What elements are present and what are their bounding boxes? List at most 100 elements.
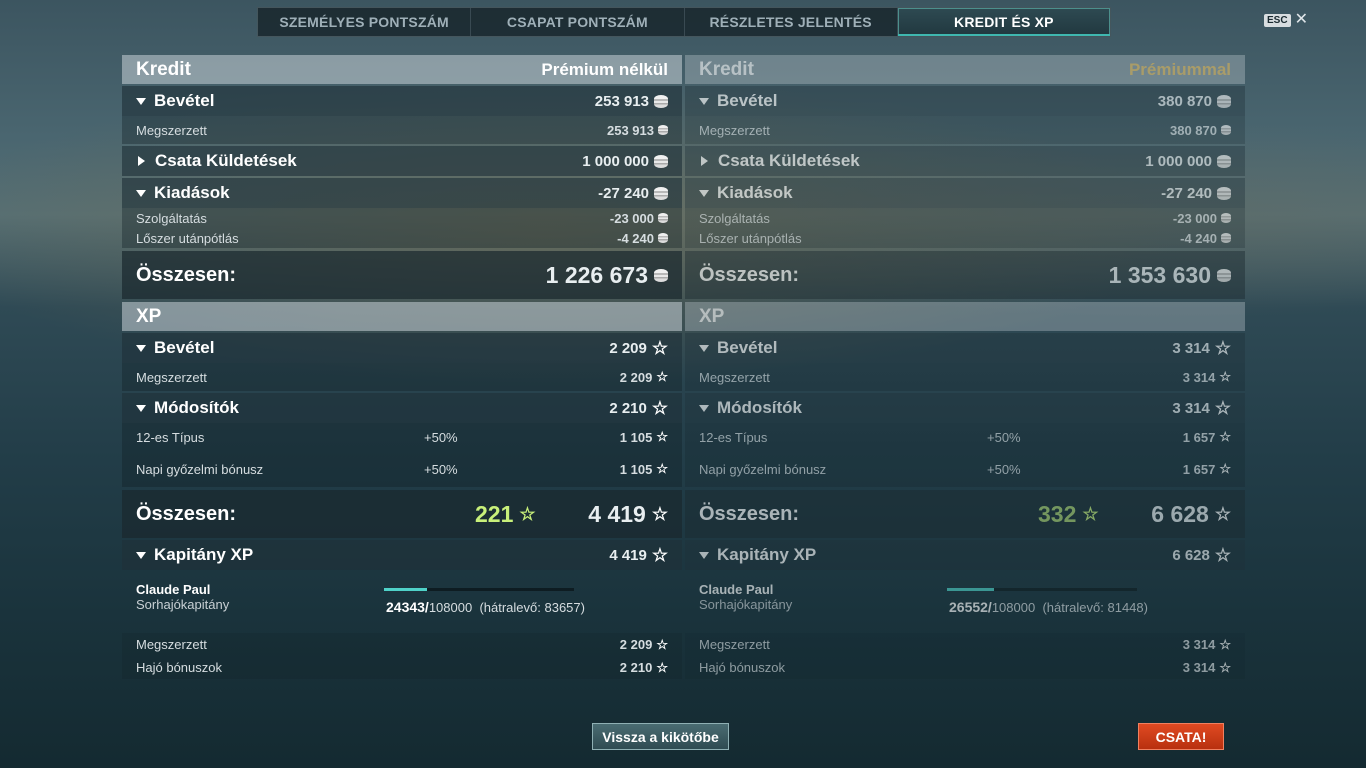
tab-personal-score[interactable]: SZEMÉLYES PONTSZÁM [258, 8, 472, 36]
total-bonus: 332 [1038, 500, 1077, 527]
xp-title: XP [136, 305, 162, 327]
credit-missions-group[interactable]: Csata Küldetések 1 000 000 [122, 146, 682, 176]
captain-progress-text: 26552/108000 (hátralevő: 81448) [949, 599, 1148, 615]
xp-earned-line: Megszerzett 3 314 ☆ [685, 363, 1245, 391]
credit-coin-icon [1221, 125, 1231, 135]
back-to-port-button[interactable]: Vissza a kikötőbe [592, 723, 729, 750]
xp-total-row: Összesen: 221 ☆ 4 419 ☆ [122, 490, 682, 538]
line-label: Napi győzelmi bónusz [136, 461, 264, 477]
captain-xp-group[interactable]: Kapitány XP 4 419 ☆ [122, 540, 682, 570]
credit-coin-icon [1221, 213, 1231, 223]
group-value: -27 240 [1161, 184, 1212, 202]
line-value: 3 314 [1182, 369, 1216, 385]
captain-progress-bar [947, 588, 1137, 591]
credit-service-line: Szolgáltatás -23 000 [685, 208, 1245, 228]
xp-daily-line: Napi győzelmi bónusz +50% 1 105 ☆ [122, 451, 682, 487]
captain-ship-bonus-line: Hajó bónuszok 2 210 ☆ [122, 656, 682, 679]
credit-missions-group[interactable]: Csata Küldetések 1 000 000 [685, 146, 1245, 176]
credit-ammo-line: Lőszer utánpótlás -4 240 [122, 228, 682, 248]
xp-star-icon: ☆ [1219, 659, 1231, 675]
panel-no-premium: Kredit Prémium nélkül Bevétel 253 913 Me… [122, 55, 682, 679]
tab-detailed-report[interactable]: RÉSZLETES JELENTÉS [685, 8, 898, 36]
line-label: Megszerzett [699, 369, 770, 385]
close-icon[interactable]: ✕ [1295, 12, 1308, 28]
credit-expenses-group[interactable]: Kiadások -27 240 [122, 178, 682, 208]
battle-button[interactable]: CSATA! [1138, 723, 1224, 750]
xp-star-icon: ☆ [1219, 429, 1231, 444]
xp-income-group[interactable]: Bevétel 2 209 ☆ [122, 333, 682, 363]
xp-star-icon: ☆ [656, 429, 668, 444]
line-percent: +50% [424, 461, 458, 477]
credit-earned-line: Megszerzett 380 870 [685, 116, 1245, 144]
xp-title: XP [699, 305, 725, 327]
line-label: Lőszer utánpótlás [136, 230, 239, 246]
credit-expenses-group[interactable]: Kiadások -27 240 [685, 178, 1245, 208]
xp-star-icon: ☆ [656, 461, 668, 476]
credit-total-row: Összesen: 1 226 673 [122, 251, 682, 299]
tab-team-score[interactable]: CSAPAT PONTSZÁM [471, 8, 685, 36]
captain-xp-group[interactable]: Kapitány XP 6 628 ☆ [685, 540, 1245, 570]
credit-total-row: Összesen: 1 353 630 [685, 251, 1245, 299]
xp-star-icon: ☆ [651, 504, 668, 524]
group-label: Kiadások [717, 183, 793, 202]
line-label: Megszerzett [136, 637, 207, 652]
xp-star-icon: ☆ [1214, 504, 1231, 524]
close-button[interactable]: ESC ✕ [1264, 12, 1308, 28]
line-label: 12-es Típus [699, 429, 768, 445]
credit-header: Kredit Prémium nélkül [122, 55, 682, 84]
line-value: 2 210 [619, 660, 653, 675]
credit-title: Kredit [136, 58, 191, 80]
collapse-icon [699, 344, 709, 352]
credit-subtitle: Prémiummal [1128, 59, 1231, 79]
xp-star-icon: ☆ [1214, 398, 1231, 418]
collapse-icon [136, 551, 146, 559]
line-value: 1 657 [1182, 461, 1216, 477]
group-label: Kapitány XP [154, 545, 254, 564]
line-value: 1 105 [619, 461, 653, 477]
xp-type12-line: 12-es Típus +50% 1 657 ☆ [685, 423, 1245, 451]
xp-income-group[interactable]: Bevétel 3 314 ☆ [685, 333, 1245, 363]
xp-star-icon: ☆ [656, 369, 668, 384]
total-label: Összesen: [699, 502, 800, 525]
xp-header: XP [122, 302, 682, 331]
credit-coin-icon [658, 213, 668, 223]
captain-max-xp: 108000 [428, 600, 473, 615]
total-value: 1 353 630 [1108, 261, 1211, 288]
xp-header: XP [685, 302, 1245, 331]
credit-income-group[interactable]: Bevétel 253 913 [122, 86, 682, 116]
captain-remaining-xp: (hátralevő: 83657) [479, 600, 585, 615]
line-value: 1 105 [619, 429, 653, 445]
credit-coin-icon [654, 94, 668, 108]
group-value: 380 870 [1157, 92, 1212, 110]
group-label: Kiadások [154, 183, 230, 202]
group-label: Csata Küldetések [718, 151, 860, 170]
esc-key-label: ESC [1264, 13, 1291, 27]
captain-earned-line: Megszerzett 3 314 ☆ [685, 633, 1245, 656]
xp-type12-line: 12-es Típus +50% 1 105 ☆ [122, 423, 682, 451]
xp-modifiers-group[interactable]: Módosítók 2 210 ☆ [122, 393, 682, 423]
captain-ship-bonus-line: Hajó bónuszok 3 314 ☆ [685, 656, 1245, 679]
line-value: 2 209 [619, 369, 653, 385]
xp-star-icon: ☆ [651, 398, 668, 418]
credit-coin-icon [1217, 268, 1231, 282]
xp-star-icon: ☆ [651, 338, 668, 358]
progress-fill [947, 588, 994, 591]
xp-star-icon: ☆ [1219, 369, 1231, 384]
captain-info: Claude Paul Sorhajókapitány 26552/108000… [685, 570, 1245, 633]
xp-daily-line: Napi győzelmi bónusz +50% 1 657 ☆ [685, 451, 1245, 487]
xp-earned-line: Megszerzett 2 209 ☆ [122, 363, 682, 391]
line-label: Hajó bónuszok [136, 660, 222, 675]
credit-earned-line: Megszerzett 253 913 [122, 116, 682, 144]
credit-coin-icon [1217, 186, 1231, 200]
credit-coin-icon [1221, 233, 1231, 243]
xp-total-row: Összesen: 332 ☆ 6 628 ☆ [685, 490, 1245, 538]
group-value: 4 419 [609, 546, 647, 564]
collapse-icon [699, 404, 709, 412]
group-label: Bevétel [154, 91, 215, 110]
tab-credits-xp[interactable]: KREDIT ÉS XP [897, 8, 1110, 36]
collapse-icon [136, 344, 146, 352]
credit-income-group[interactable]: Bevétel 380 870 [685, 86, 1245, 116]
xp-modifiers-group[interactable]: Módosítók 3 314 ☆ [685, 393, 1245, 423]
credit-coin-icon [654, 268, 668, 282]
captain-earned-line: Megszerzett 2 209 ☆ [122, 633, 682, 656]
